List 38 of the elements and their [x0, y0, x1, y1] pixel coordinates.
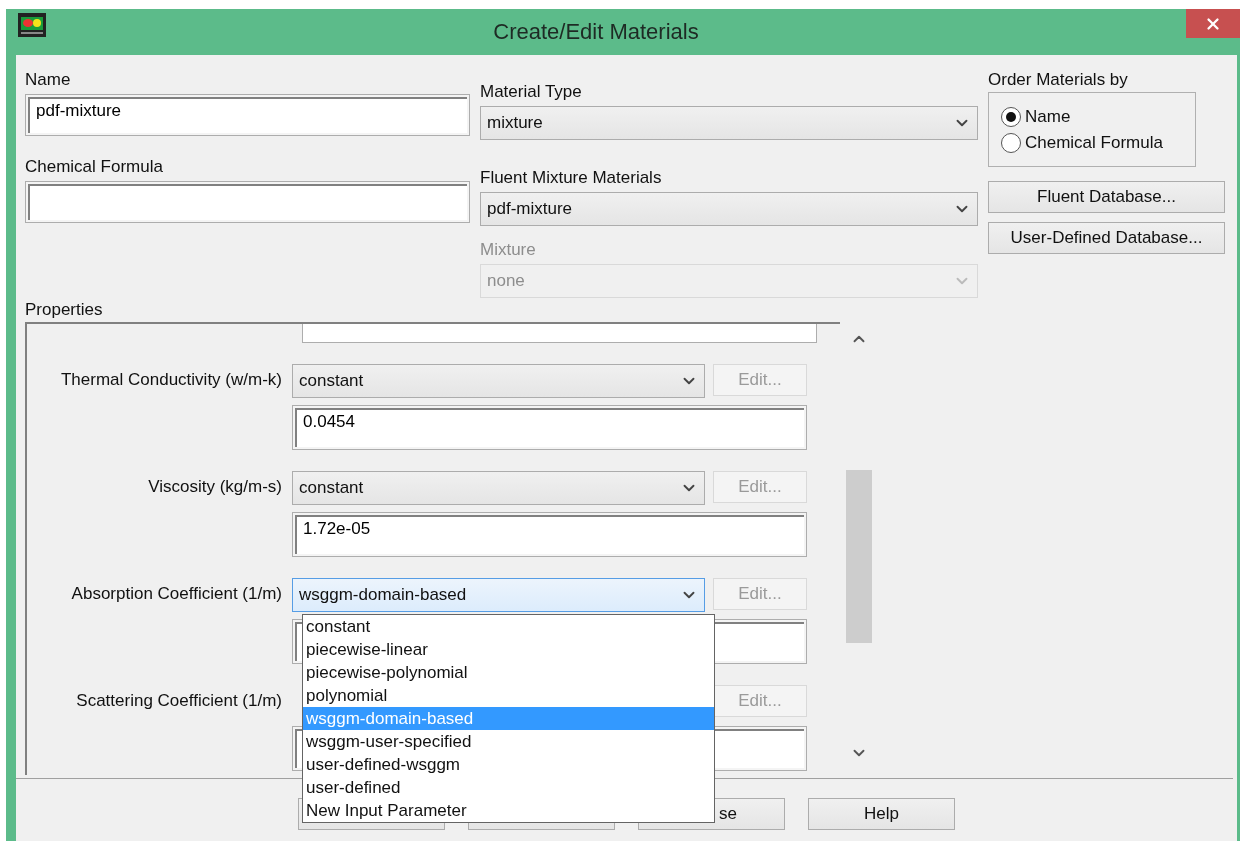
- dropdown-option[interactable]: user-defined-wsggm: [303, 753, 714, 776]
- group-label: Order Materials by: [988, 70, 1129, 90]
- text-field[interactable]: 1.72e-05: [292, 512, 807, 557]
- dropdown-select[interactable]: constant: [292, 364, 705, 398]
- text-field[interactable]: pdf-mixture: [25, 94, 470, 136]
- text-field[interactable]: [25, 181, 470, 223]
- field-label: Material Type: [480, 82, 583, 102]
- field-label: Name: [25, 70, 72, 90]
- dropdown-option[interactable]: New Input Parameter: [303, 799, 714, 822]
- text-field[interactable]: [302, 324, 817, 343]
- scrollbar-thumb[interactable]: [846, 470, 872, 643]
- dialog-button[interactable]: Help: [808, 798, 955, 830]
- field-label: Mixture: [480, 240, 537, 260]
- dropdown-select[interactable]: mixture: [480, 106, 978, 140]
- radio-option[interactable]: Chemical Formula: [1001, 130, 1195, 155]
- dropdown-option[interactable]: piecewise-linear: [303, 638, 714, 661]
- window-title: Create/Edit Materials: [492, 18, 700, 46]
- property-label: Viscosity (kg/m-s): [148, 477, 282, 496]
- database-button[interactable]: User-Defined Database...: [988, 222, 1225, 254]
- dropdown-option[interactable]: polynomial: [303, 684, 714, 707]
- dropdown-option[interactable]: wsggm-user-specified: [303, 730, 714, 753]
- dropdown-option[interactable]: constant: [303, 615, 714, 638]
- property-label: Absorption Coefficient (1/m): [71, 584, 282, 603]
- dropdown-option[interactable]: piecewise-polynomial: [303, 661, 714, 684]
- dropdown-select[interactable]: pdf-mixture: [480, 192, 978, 226]
- dropdown-select[interactable]: constant: [292, 471, 705, 505]
- close-button[interactable]: [1186, 9, 1240, 38]
- section-label: Properties: [25, 300, 104, 320]
- property-label: Thermal Conductivity (w/m-k): [60, 370, 282, 389]
- app-logo-icon: [18, 13, 46, 37]
- property-label: Scattering Coefficient (1/m): [76, 691, 282, 710]
- field-label: Chemical Formula: [25, 157, 164, 177]
- database-button[interactable]: Fluent Database...: [988, 181, 1225, 213]
- dropdown-select[interactable]: wsggm-domain-based: [292, 578, 705, 612]
- text-field[interactable]: 0.0454: [292, 405, 807, 450]
- field-label: Fluent Mixture Materials: [480, 168, 663, 188]
- dropdown-option[interactable]: user-defined: [303, 776, 714, 799]
- radio-option[interactable]: Name: [1001, 104, 1195, 129]
